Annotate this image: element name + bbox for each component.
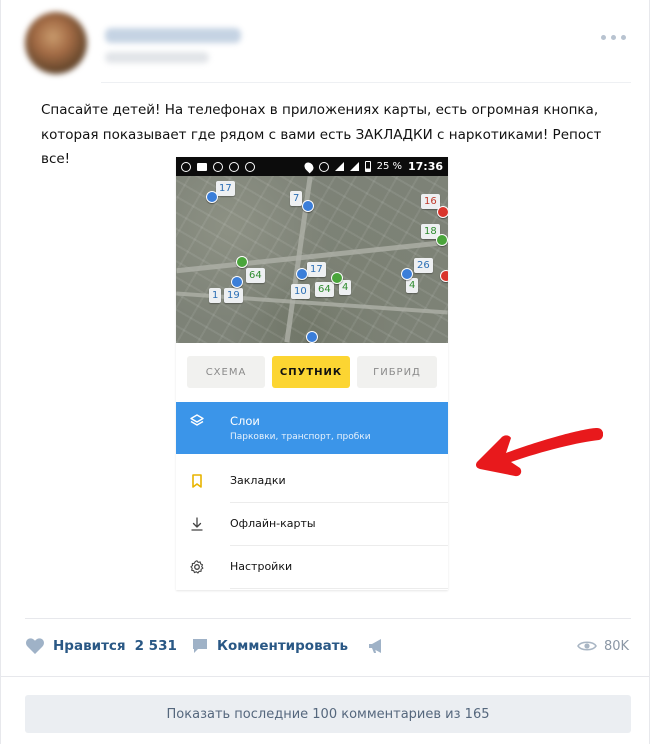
- signal-icon: [349, 162, 359, 171]
- show-comments-button[interactable]: Показать последние 100 комментариев из 1…: [25, 695, 631, 733]
- comment-icon: [193, 639, 207, 653]
- bookmark-icon: [192, 474, 202, 488]
- bus-stop-icon: [296, 268, 308, 280]
- download-icon: [191, 517, 203, 531]
- phone-status-bar: 25 % 17:36: [176, 157, 448, 176]
- green-marker-icon: [236, 256, 248, 268]
- map-label: 16: [421, 194, 440, 209]
- menu-item-bookmarks[interactable]: Закладки: [176, 460, 448, 503]
- like-button[interactable]: Нравится 2 531: [25, 636, 177, 656]
- menu-item-label: Настройки: [230, 560, 293, 573]
- viber-icon: [181, 161, 191, 172]
- youtube-icon: [197, 162, 207, 171]
- alert-icon: [245, 161, 255, 172]
- bus-stop-icon: [306, 331, 318, 343]
- avatar[interactable]: [25, 12, 87, 74]
- footer-divider: [25, 618, 631, 619]
- map-label: 7: [290, 191, 303, 206]
- comment-label: Комментировать: [217, 638, 349, 654]
- author-name[interactable]: [105, 28, 241, 43]
- chat-icon: [213, 161, 223, 172]
- location-icon: [302, 160, 315, 173]
- layers-icon: [190, 414, 204, 426]
- dot-icon: [611, 34, 616, 40]
- views-count: 80K: [604, 638, 630, 654]
- views-counter: 80K: [577, 636, 629, 656]
- bus-stop-icon: [231, 276, 243, 288]
- like-label: Нравится: [53, 638, 126, 654]
- bus-stop-icon: [401, 268, 413, 280]
- post-card: Спасайте детей! На телефонах в приложени…: [0, 0, 650, 744]
- rss-icon: [229, 161, 239, 172]
- red-marker-icon: [437, 206, 448, 218]
- battery-percent: 25 %: [376, 161, 402, 172]
- map-label: 64: [246, 268, 265, 283]
- share-button[interactable]: [367, 636, 385, 656]
- battery-icon: [364, 161, 371, 172]
- post-date[interactable]: [105, 52, 209, 63]
- red-marker-icon: [440, 270, 448, 282]
- like-count: 2 531: [134, 638, 177, 654]
- map-label: 64: [315, 282, 334, 297]
- satellite-map: 17 7 16 18 26 17 64 10 64 4 4 1 19: [176, 176, 448, 343]
- layers-subtitle: Парковки, транспорт, пробки: [230, 432, 371, 442]
- header-divider: [101, 82, 631, 83]
- layers-title: Слои: [230, 414, 260, 428]
- map-label: 26: [414, 258, 433, 273]
- green-marker-icon: [436, 234, 448, 246]
- clock: 17:36: [407, 160, 443, 173]
- dot-icon: [601, 34, 606, 40]
- layers-menu-item[interactable]: Слои Парковки, транспорт, пробки: [176, 402, 448, 454]
- map-label: 4: [406, 278, 419, 293]
- alarm-icon: [318, 161, 329, 172]
- red-arrow-icon: [476, 427, 603, 477]
- comments-divider: [1, 676, 650, 677]
- map-type-hybrid-button[interactable]: ГИБРИД: [357, 356, 437, 388]
- map-label: 17: [216, 181, 235, 196]
- menu-item-label: Офлайн-карты: [230, 517, 316, 530]
- signal-icon: [334, 162, 344, 171]
- map-label: 1: [209, 288, 222, 303]
- megaphone-icon: [369, 639, 381, 653]
- menu-item-settings[interactable]: Настройки: [176, 546, 448, 589]
- map-label: 19: [224, 288, 243, 303]
- heart-icon: [26, 638, 44, 654]
- bus-stop-icon: [302, 200, 314, 212]
- menu-item-offline-maps[interactable]: Офлайн-карты: [176, 503, 448, 546]
- map-type-scheme-button[interactable]: СХЕМА: [187, 356, 265, 388]
- comment-button[interactable]: Комментировать: [191, 636, 348, 656]
- divider: [230, 588, 448, 589]
- bus-stop-icon: [206, 191, 218, 203]
- menu-item-label: Закладки: [230, 474, 286, 487]
- map-type-satellite-button[interactable]: СПУТНИК: [272, 356, 350, 388]
- more-icon[interactable]: [601, 30, 633, 44]
- green-marker-icon: [331, 272, 343, 284]
- settings-icon: [190, 560, 204, 574]
- attached-image[interactable]: 25 % 17:36 17 7 16 18 26 17 64 10 64 4 4…: [176, 157, 448, 590]
- eye-icon: [577, 641, 597, 651]
- map-label: 17: [307, 262, 326, 277]
- map-label: 10: [291, 284, 310, 299]
- dot-icon: [621, 34, 626, 40]
